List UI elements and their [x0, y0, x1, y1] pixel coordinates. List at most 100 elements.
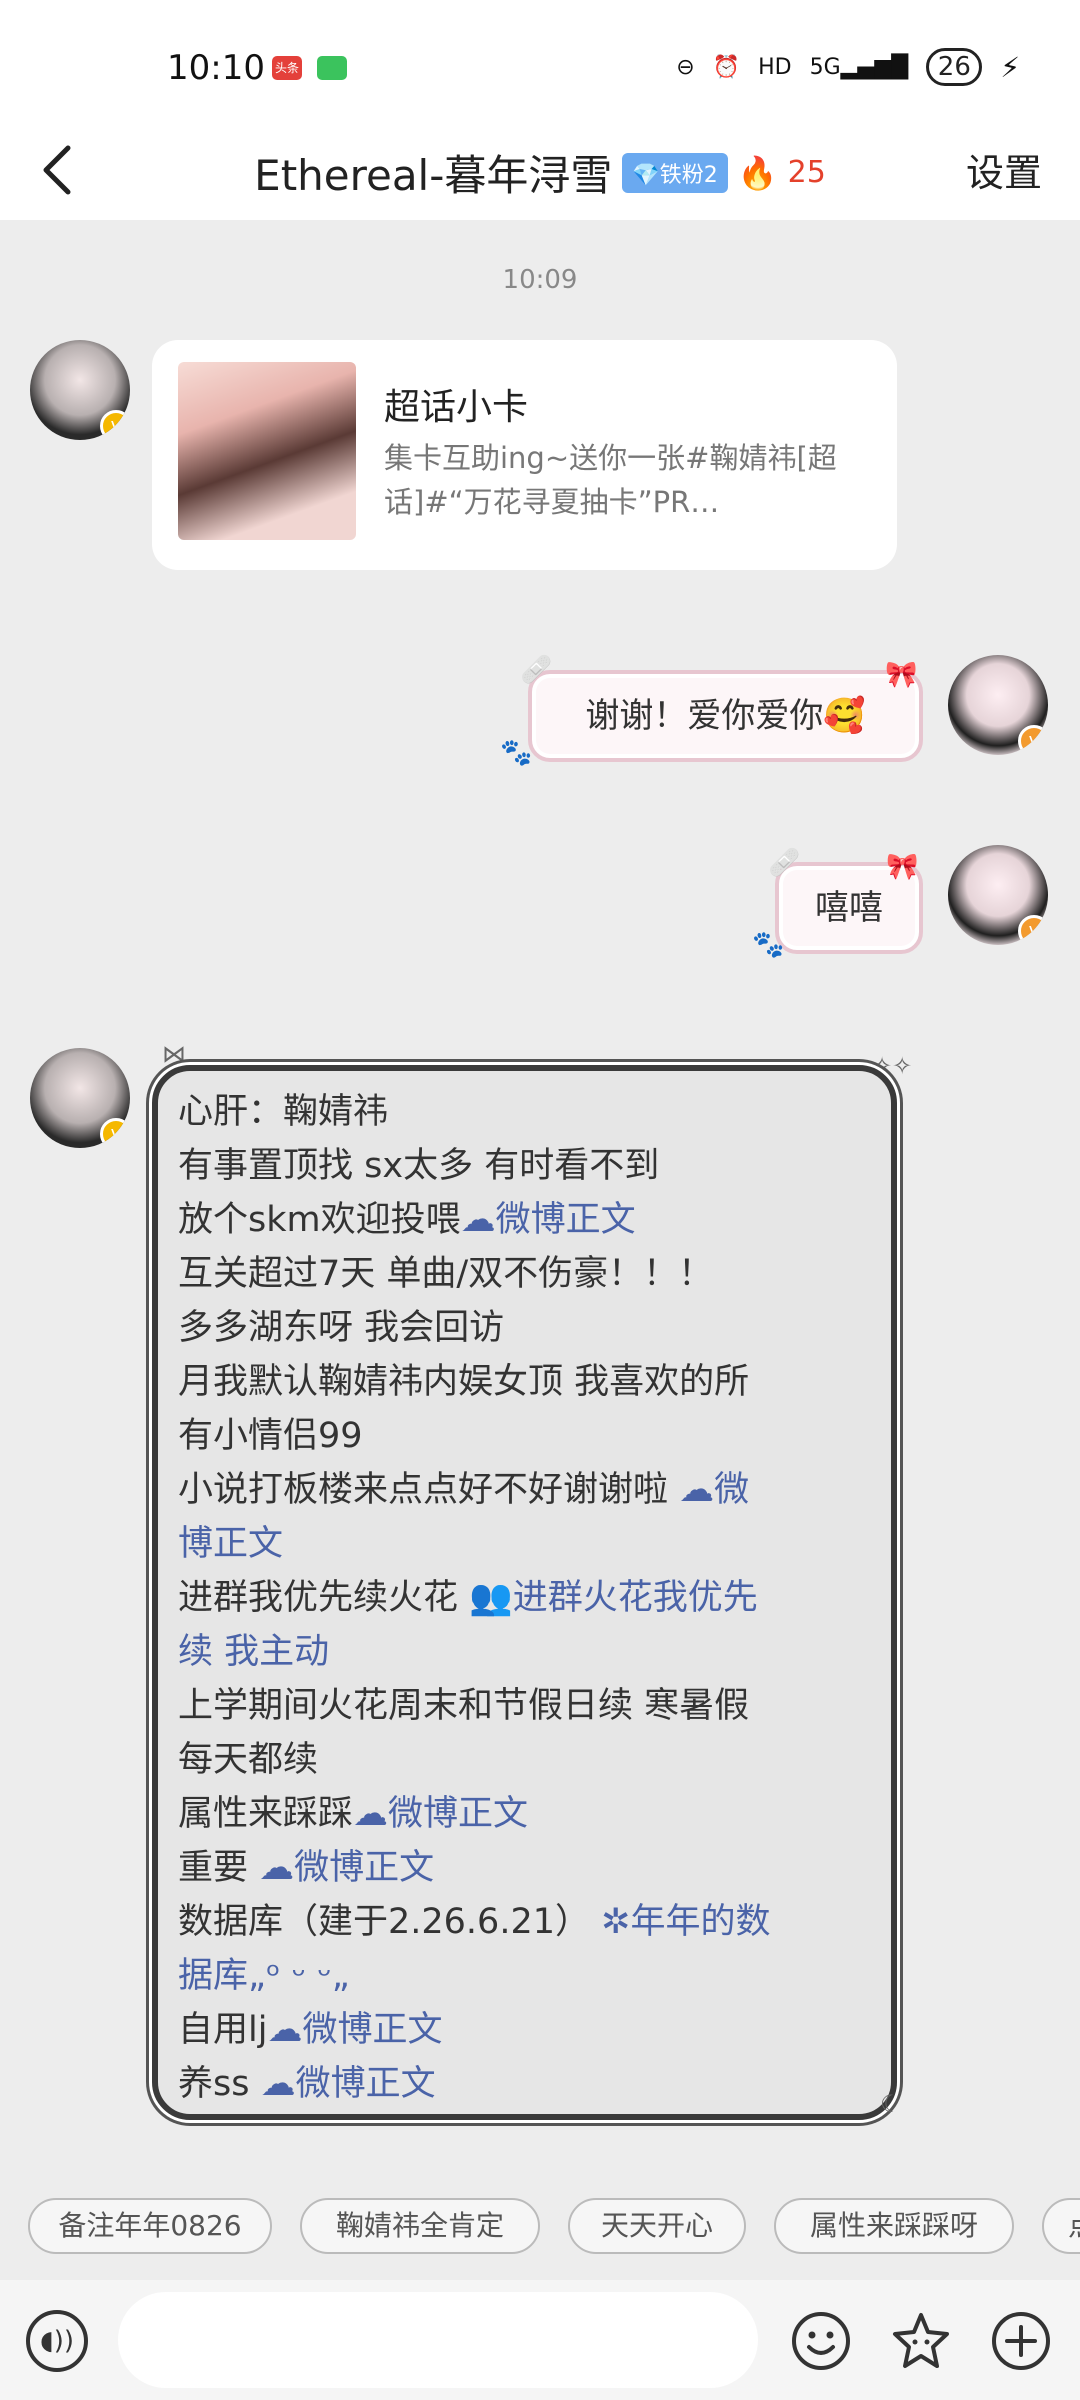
profile-line-text: 属性来踩踩: [178, 1794, 354, 1834]
message-bubble[interactable]: 谢谢！爱你爱你🥰: [528, 670, 923, 762]
moon-deco-icon: ☾: [880, 2090, 902, 2118]
profile-lines: 心肝：鞠婧祎 有事置顶找 sx太多 有时看不到 放个skm欢迎投喂☁微博正文 互关超过…: [178, 1085, 871, 2111]
profile-line: 小说打板楼来点点好不好谢谢啦 ☁微: [178, 1463, 871, 1517]
profile-line-text: 月我默认鞠婧祎内娱女顶 我喜欢的所: [178, 1362, 750, 1402]
profile-message-bubble[interactable]: 心肝：鞠婧祎 有事置顶找 sx太多 有时看不到 放个skm欢迎投喂☁微博正文 互关超过…: [152, 1065, 897, 2120]
chat-title[interactable]: Ethereal-暮年浔雪: [254, 142, 612, 203]
profile-line-text: 自用lj: [178, 2010, 268, 2050]
message-text: 谢谢！爱你爱你🥰: [585, 696, 866, 736]
weibo-link[interactable]: ☁微: [679, 1470, 749, 1510]
profile-line: 放个skm欢迎投喂☁微博正文: [178, 1193, 871, 1247]
emoji-icon[interactable]: [790, 2310, 852, 2372]
supertopic-card[interactable]: 超话小卡 集卡互助ing~送你一张#鞠婧祎[超话]#“万花寻夏抽卡”PR…: [152, 340, 897, 570]
verified-icon: v: [1018, 915, 1048, 945]
profile-line-text: 心肝：鞠婧祎: [178, 1092, 389, 1132]
profile-line-text: 互关超过7天 单曲/双不伤豪！！！: [178, 1254, 714, 1294]
header-center: Ethereal-暮年浔雪 💎铁粉2 🔥 25: [0, 142, 1080, 203]
weibo-link[interactable]: 续 我主动: [178, 1632, 329, 1672]
fire-icon: 🔥: [737, 153, 778, 192]
hd-icon: HD: [758, 54, 792, 80]
profile-line: 重要 ☁微博正文: [178, 1841, 871, 1895]
message-app-icon: [317, 56, 347, 80]
add-icon[interactable]: [990, 2310, 1052, 2372]
verified-icon: v: [1018, 725, 1048, 755]
weibo-link[interactable]: ✲年年的数: [601, 1902, 770, 1942]
voice-icon[interactable]: ◖)): [26, 2310, 88, 2372]
message-timestamp: 10:09: [502, 265, 578, 295]
profile-line: 有小情侣99: [178, 1409, 871, 1463]
profile-line-text: 有小情侣99: [178, 1416, 363, 1456]
battery-icon: 26: [926, 48, 983, 86]
bow-deco-icon: 🎀: [886, 852, 919, 882]
message-input[interactable]: [118, 2292, 758, 2388]
weibo-link[interactable]: 据库„ᵒ ᵕ ᵕ„: [178, 1956, 350, 1996]
profile-line: 养ss ☁微博正文: [178, 2057, 871, 2111]
profile-line-text: 上学期间火花周末和节假日续 寒暑假: [178, 1686, 750, 1726]
settings-button[interactable]: 设置: [966, 142, 1042, 197]
alarm-icon: ⏰: [712, 54, 741, 80]
fan-badge-label: 铁粉2: [659, 162, 718, 188]
fan-badge: 💎铁粉2: [622, 152, 728, 193]
quick-reply-chip[interactable]: 点: [1042, 2198, 1080, 2254]
profile-line: 上学期间火花周末和节假日续 寒暑假: [178, 1679, 871, 1733]
verified-icon: v: [100, 1118, 130, 1148]
profile-line: 属性来踩踩☁微博正文: [178, 1787, 871, 1841]
profile-line-text: 小说打板楼来点点好不好谢谢啦: [178, 1470, 680, 1510]
profile-line-text: 养ss: [178, 2064, 261, 2104]
toutiao-app-icon: 头条: [272, 56, 302, 80]
weibo-link[interactable]: ☁微博正文: [261, 2064, 436, 2104]
profile-line: 互关超过7天 单曲/双不伤豪！！！: [178, 1247, 871, 1301]
profile-line-text: 数据库（建于2.26.6.21）: [178, 1902, 602, 1942]
status-time: 10:10: [167, 48, 265, 88]
profile-line: 多多湖东呀 我会回访: [178, 1301, 871, 1355]
cat-deco-icon: 🐾: [500, 738, 533, 768]
weibo-link[interactable]: ☁微博正文: [353, 1794, 528, 1834]
profile-line-text: 每天都续: [178, 1740, 319, 1780]
fire-count: 25: [787, 155, 826, 190]
verified-icon: v: [100, 410, 130, 440]
profile-line: 每天都续: [178, 1733, 871, 1787]
my-avatar[interactable]: v: [948, 655, 1048, 755]
profile-line-text: 重要: [178, 1848, 260, 1888]
card-description: 集卡互助ing~送你一张#鞠婧祎[超话]#“万花寻夏抽卡”PR…: [384, 441, 837, 519]
status-indicators: ⊖ ⏰ HD 5G▂▄▆█ 26 ⚡: [676, 48, 1020, 86]
profile-line: 数据库（建于2.26.6.21） ✲年年的数: [178, 1895, 871, 1949]
quick-reply-chip[interactable]: 鞠婧祎全肯定: [300, 2198, 540, 2254]
weibo-link[interactable]: 👥进群火花我优先: [469, 1578, 758, 1618]
profile-line: 博正文: [178, 1517, 871, 1571]
message-text: 嘻嘻: [815, 888, 883, 928]
contact-avatar[interactable]: v: [30, 340, 130, 440]
bow-deco-icon: ⋈: [162, 1040, 186, 1068]
card-image: [178, 362, 356, 540]
quick-reply-bar: 备注年年0826 鞠婧祎全肯定 天天开心 属性来踩踩呀 点: [0, 2190, 1080, 2260]
bandage-deco-icon: 🩹: [768, 848, 801, 878]
contact-avatar[interactable]: v: [30, 1048, 130, 1148]
profile-line-text: 放个skm欢迎投喂: [178, 1200, 461, 1240]
chat-header: Ethereal-暮年浔雪 💎铁粉2 🔥 25 设置: [0, 120, 1080, 220]
sticker-icon[interactable]: [890, 2310, 952, 2372]
profile-line: 续 我主动: [178, 1625, 871, 1679]
bandage-deco-icon: 🩹: [520, 655, 553, 685]
profile-line-text: 多多湖东呀 我会回访: [178, 1308, 505, 1348]
quick-reply-chip[interactable]: 属性来踩踩呀: [774, 2198, 1014, 2254]
weibo-link[interactable]: ☁微博正文: [267, 2010, 442, 2050]
quick-reply-chip[interactable]: 天天开心: [568, 2198, 746, 2254]
weibo-link[interactable]: ☁微博正文: [259, 1848, 434, 1888]
quick-reply-chip[interactable]: 备注年年0826: [28, 2198, 272, 2254]
profile-line: 自用lj☁微博正文: [178, 2003, 871, 2057]
cat-deco-icon: 🐾: [752, 930, 785, 960]
profile-line: 据库„ᵒ ᵕ ᵕ„: [178, 1949, 871, 2003]
weibo-link[interactable]: 博正文: [178, 1524, 283, 1564]
charging-icon: ⚡: [1000, 50, 1020, 84]
signal-icon: 5G▂▄▆█: [809, 54, 909, 80]
my-avatar[interactable]: v: [948, 845, 1048, 945]
profile-line-text: 有事置顶找 sx太多 有时看不到: [178, 1146, 660, 1186]
weibo-link[interactable]: ☁微博正文: [461, 1200, 636, 1240]
profile-line: 有事置顶找 sx太多 有时看不到: [178, 1139, 871, 1193]
profile-line: 进群我优先续火花 👥进群火花我优先: [178, 1571, 871, 1625]
bow-deco-icon: 🎀: [885, 660, 918, 690]
card-title: 超话小卡: [384, 387, 529, 428]
profile-line: 月我默认鞠婧祎内娱女顶 我喜欢的所: [178, 1355, 871, 1409]
input-bar: ◖)): [0, 2280, 1080, 2400]
mute-icon: ⊖: [676, 54, 695, 80]
